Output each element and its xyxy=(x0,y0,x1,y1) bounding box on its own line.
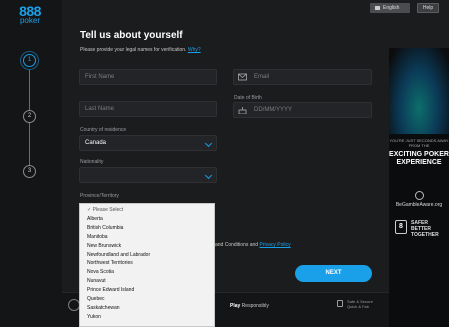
play-responsibly-text: Responsibly xyxy=(240,303,269,309)
step-3: 3 xyxy=(23,165,36,178)
province-label: Province/Territory xyxy=(80,193,119,199)
province-option[interactable]: Nunavut xyxy=(80,277,214,286)
page-title: Tell us about yourself xyxy=(80,30,183,41)
privacy-policy-link[interactable]: Privacy Policy xyxy=(259,242,290,248)
page-subtitle: Please provide your legal names for veri… xyxy=(80,47,201,53)
envelope-icon xyxy=(238,73,247,81)
province-option[interactable]: Saskatchewan xyxy=(80,304,214,313)
province-dropdown-list[interactable]: Please Select Alberta British Columbia M… xyxy=(79,203,215,327)
promo-tagline: YOU'RE JUST SECONDS AWAY FROM THE xyxy=(389,138,449,148)
province-option[interactable]: Prince Edward Island xyxy=(80,286,214,295)
province-option[interactable]: Newfoundland and Labrador xyxy=(80,251,214,260)
country-label: Country of residence xyxy=(80,127,127,133)
nationality-select[interactable] xyxy=(79,167,217,183)
safe-secure-text: Safe & Secure Quick & Fair xyxy=(347,299,373,309)
cake-icon xyxy=(238,107,247,114)
language-label: English xyxy=(383,5,400,11)
play-responsibly-brand: Play xyxy=(230,303,241,309)
province-option[interactable]: Quebec xyxy=(80,295,214,304)
gamble-aware-icon xyxy=(414,191,424,200)
help-button[interactable]: Help xyxy=(417,3,439,13)
province-option[interactable]: Please Select xyxy=(80,206,214,215)
step-2: 2 xyxy=(23,110,36,123)
province-option[interactable]: Northwest Territories xyxy=(80,259,214,268)
why-link[interactable]: Why? xyxy=(188,47,201,53)
province-option[interactable]: Nova Scotia xyxy=(80,268,214,277)
subtitle-text: Please provide your legal names for veri… xyxy=(80,47,187,53)
next-button[interactable]: NEXT xyxy=(295,265,372,282)
safer-together-text: SAFER BETTER TOGETHER xyxy=(411,220,439,238)
province-option[interactable]: Alberta xyxy=(80,215,214,224)
flag-icon xyxy=(375,5,380,10)
lock-icon xyxy=(337,300,343,307)
promo-image xyxy=(389,48,449,134)
last-name-field[interactable]: Last Name xyxy=(79,101,217,117)
step-1: 1 xyxy=(23,54,36,67)
language-selector[interactable]: English xyxy=(370,3,410,13)
play-responsibly-link[interactable]: Play Responsibly xyxy=(230,303,269,309)
logo-sub: poker xyxy=(19,16,40,25)
brand-logo[interactable]: 888 poker xyxy=(12,4,48,25)
terms-fragment: and Conditions and xyxy=(215,242,259,248)
left-stepper-bar: 888 poker 1 2 3 xyxy=(0,0,62,327)
dob-label: Date of Birth xyxy=(234,95,262,101)
gamble-aware-logo: BeGambleAware.org xyxy=(389,191,449,208)
first-name-field[interactable]: First Name xyxy=(79,69,217,85)
dob-field[interactable]: DD/MM/YYYY xyxy=(233,102,372,118)
chevron-down-icon xyxy=(204,139,213,148)
province-option[interactable]: Manitoba xyxy=(80,233,214,242)
shield-8-icon: 8 xyxy=(395,220,407,234)
chevron-down-icon xyxy=(204,171,213,180)
country-value: Canada xyxy=(85,140,107,146)
dob-placeholder: DD/MM/YYYY xyxy=(254,107,293,113)
province-option[interactable]: New Brunswick xyxy=(80,242,214,251)
country-select[interactable]: Canada xyxy=(79,135,217,151)
gamble-aware-text: BeGambleAware.org xyxy=(395,202,443,208)
registration-page: 888 poker 1 2 3 English Help Tell us abo… xyxy=(0,0,449,327)
promo-headline: EXCITING POKER EXPERIENCE xyxy=(389,151,449,166)
email-field[interactable]: Email xyxy=(233,69,372,85)
promo-banner[interactable]: YOU'RE JUST SECONDS AWAY FROM THE EXCITI… xyxy=(389,48,449,327)
province-option[interactable]: Yukon xyxy=(80,313,214,322)
safe-secure-badge: Safe & Secure Quick & Fair xyxy=(337,299,383,309)
email-placeholder: Email xyxy=(254,74,270,80)
nationality-label: Nationality xyxy=(80,159,104,165)
province-option[interactable]: British Columbia xyxy=(80,224,214,233)
terms-text: and Conditions and Privacy Policy xyxy=(215,242,291,248)
